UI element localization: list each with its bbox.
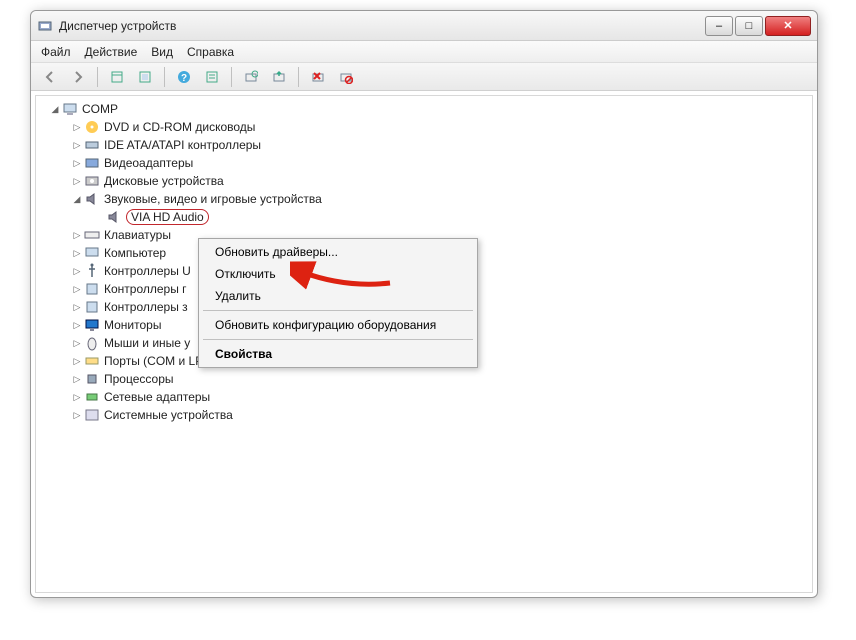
menubar: Файл Действие Вид Справка — [31, 41, 817, 63]
category-icon — [84, 371, 100, 387]
expand-icon: ▷ — [72, 122, 82, 133]
tree-category-label: Дисковые устройства — [104, 174, 224, 188]
disable-button[interactable] — [335, 66, 357, 88]
view-large-button[interactable] — [134, 66, 156, 88]
tree-category[interactable]: ▷ Видеоадаптеры — [46, 154, 812, 172]
tree-category[interactable]: ▷ Дисковые устройства — [46, 172, 812, 190]
context-menu: Обновить драйверы... Отключить Удалить О… — [198, 238, 478, 368]
tree-device[interactable]: VIA HD Audio — [46, 208, 812, 226]
expand-icon: ▷ — [72, 320, 82, 331]
tree-category-label: DVD и CD-ROM дисководы — [104, 120, 255, 134]
expand-icon: ▷ — [72, 392, 82, 403]
expand-icon: ▷ — [72, 230, 82, 241]
tree-category-label: Мыши и иные у — [104, 336, 190, 350]
view-small-button[interactable] — [106, 66, 128, 88]
maximize-button[interactable]: □ — [735, 16, 763, 36]
tree-category-label: Мониторы — [104, 318, 161, 332]
expand-icon: ▷ — [72, 248, 82, 259]
tree-category[interactable]: ▷ IDE ATA/ATAPI контроллеры — [46, 136, 812, 154]
toolbar: ? — [31, 63, 817, 91]
tree-category-label: Процессоры — [104, 372, 174, 386]
tree-category-label: Сетевые адаптеры — [104, 390, 210, 404]
expand-icon: ▷ — [72, 302, 82, 313]
category-icon — [84, 173, 100, 189]
category-icon — [84, 227, 100, 243]
window-title: Диспетчер устройств — [59, 19, 705, 33]
scan-button[interactable] — [240, 66, 262, 88]
category-icon — [84, 389, 100, 405]
category-icon — [84, 137, 100, 153]
toolbar-separator — [298, 67, 299, 87]
nav-forward-button[interactable] — [67, 66, 89, 88]
tree-category-label: Контроллеры U — [104, 264, 191, 278]
ctx-delete[interactable]: Удалить — [201, 285, 475, 307]
tree-category-label: IDE ATA/ATAPI контроллеры — [104, 138, 261, 152]
tree-category-label: Звуковые, видео и игровые устройства — [104, 192, 322, 206]
category-icon — [84, 335, 100, 351]
tree-category[interactable]: ◢ Звуковые, видео и игровые устройства — [46, 190, 812, 208]
category-icon — [84, 263, 100, 279]
tree-category[interactable]: ▷ Процессоры — [46, 370, 812, 388]
window-buttons: – □ ✕ — [705, 16, 811, 36]
menu-file[interactable]: Файл — [41, 45, 71, 59]
nav-back-button[interactable] — [39, 66, 61, 88]
collapse-icon: ◢ — [50, 104, 60, 115]
expand-icon: ▷ — [72, 374, 82, 385]
category-icon — [84, 317, 100, 333]
toolbar-separator — [231, 67, 232, 87]
tree-category-label: Видеоадаптеры — [104, 156, 193, 170]
ctx-separator — [203, 339, 473, 340]
expand-icon: ▷ — [72, 140, 82, 151]
tree-category-label: Контроллеры г — [104, 282, 187, 296]
expand-icon: ▷ — [72, 158, 82, 169]
tree-category-label: Системные устройства — [104, 408, 233, 422]
expand-icon: ▷ — [72, 176, 82, 187]
computer-icon — [62, 101, 78, 117]
menu-help[interactable]: Справка — [187, 45, 234, 59]
titlebar: Диспетчер устройств – □ ✕ — [31, 11, 817, 41]
tree-category-label: Компьютер — [104, 246, 166, 260]
category-icon — [84, 119, 100, 135]
ctx-properties[interactable]: Свойства — [201, 343, 475, 365]
category-icon — [84, 353, 100, 369]
tree-category[interactable]: ▷ DVD и CD-ROM дисководы — [46, 118, 812, 136]
tree-root[interactable]: ◢ COMP — [46, 100, 812, 118]
expand-icon: ▷ — [72, 338, 82, 349]
expand-icon: ▷ — [72, 410, 82, 421]
toolbar-separator — [97, 67, 98, 87]
svg-text:?: ? — [181, 73, 187, 84]
update-driver-button[interactable] — [268, 66, 290, 88]
device-icon — [106, 209, 122, 225]
close-button[interactable]: ✕ — [765, 16, 811, 36]
ctx-disable[interactable]: Отключить — [201, 263, 475, 285]
expand-icon: ▷ — [72, 284, 82, 295]
uninstall-button[interactable] — [307, 66, 329, 88]
expand-icon: ◢ — [72, 194, 82, 205]
category-icon — [84, 299, 100, 315]
expand-icon: ▷ — [72, 266, 82, 277]
tree-category-label: Клавиатуры — [104, 228, 171, 242]
ctx-separator — [203, 310, 473, 311]
category-icon — [84, 191, 100, 207]
toolbar-separator — [164, 67, 165, 87]
category-icon — [84, 281, 100, 297]
tree-category[interactable]: ▷ Системные устройства — [46, 406, 812, 424]
tree-category-label: Контроллеры з — [104, 300, 188, 314]
menu-view[interactable]: Вид — [151, 45, 173, 59]
category-icon — [84, 407, 100, 423]
tree-root-label: COMP — [82, 102, 118, 116]
category-icon — [84, 155, 100, 171]
expand-icon: ▷ — [72, 356, 82, 367]
category-icon — [84, 245, 100, 261]
ctx-rescan[interactable]: Обновить конфигурацию оборудования — [201, 314, 475, 336]
tree-category[interactable]: ▷ Сетевые адаптеры — [46, 388, 812, 406]
ctx-update-drivers[interactable]: Обновить драйверы... — [201, 241, 475, 263]
menu-action[interactable]: Действие — [85, 45, 138, 59]
app-icon — [37, 18, 53, 34]
tree-device-label: VIA HD Audio — [126, 209, 209, 225]
minimize-button[interactable]: – — [705, 16, 733, 36]
properties-button[interactable] — [201, 66, 223, 88]
help-button[interactable]: ? — [173, 66, 195, 88]
